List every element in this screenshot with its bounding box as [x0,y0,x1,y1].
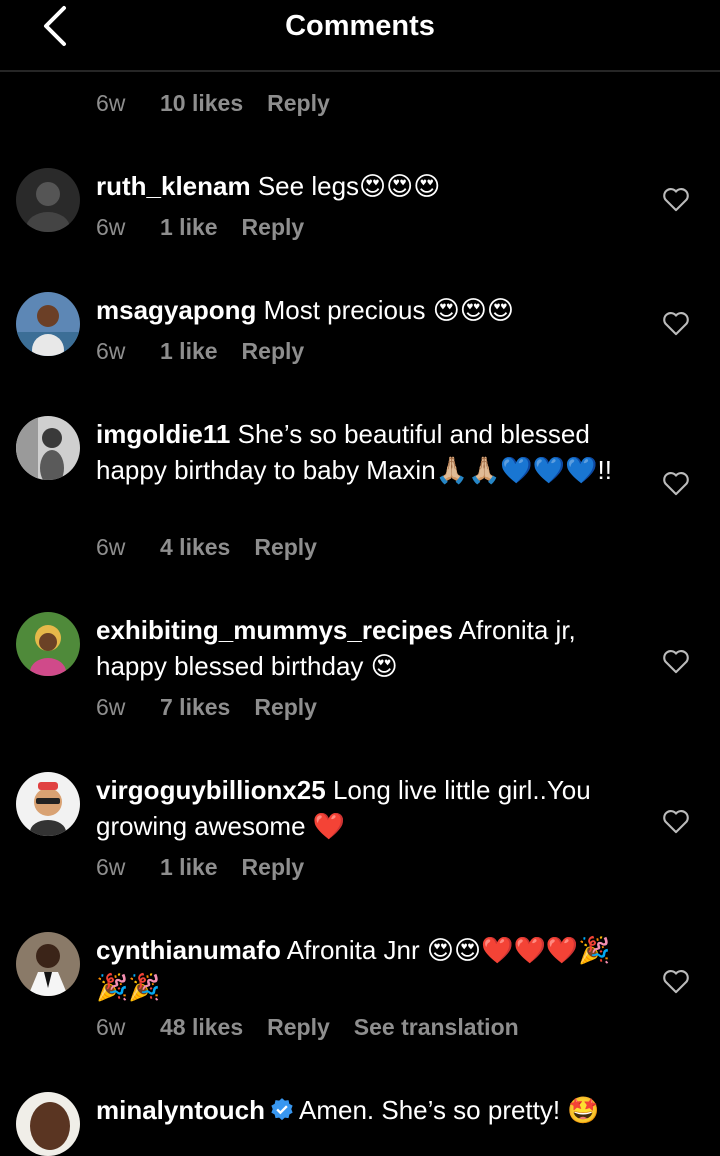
comment-likes[interactable]: 10 likes [160,90,243,117]
comment-meta: 6w 7 likes Reply [96,694,341,721]
comment-emoji: 😍😍😍 [359,172,441,202]
comment-username[interactable]: cynthianumafo [96,935,281,965]
comment-time: 6w [96,534,126,560]
comment-emoji: 🙏🏼🙏🏼💙💙💙 [435,456,598,486]
reply-button[interactable]: Reply [267,90,330,117]
comment-username[interactable]: ruth_klenam [96,171,251,201]
page-title: Comments [285,10,435,42]
reply-button[interactable]: Reply [242,214,305,241]
comment-text: imgoldie11 She’s so beautiful and blesse… [96,416,636,489]
comment-text: ruth_klenam See legs😍😍😍 [96,168,636,205]
avatar[interactable] [16,292,80,356]
comment-likes[interactable]: 48 likes [160,1014,243,1041]
comment-body: Amen. She’s so pretty! [299,1095,568,1125]
reply-button[interactable]: Reply [254,694,317,721]
comment-emoji: ❤️ [312,812,346,842]
comment-username[interactable]: msagyapong [96,295,256,325]
comment-body: Afronita Jnr [286,935,427,965]
comment-likes[interactable]: 1 like [160,338,218,365]
avatar[interactable] [16,1092,80,1156]
comment-text: minalyntouch Amen. She’s so pretty! 🤩 [96,1092,636,1129]
comment-meta: 6w 1 like Reply [96,338,328,365]
comment-meta: 6w 48 likes Reply See translation [96,1014,519,1041]
avatar[interactable] [16,772,80,836]
comment-username[interactable]: imgoldie11 [96,419,230,449]
comment-meta: 6w 4 likes Reply [96,534,341,561]
comment-body: Most precious [263,295,433,325]
reply-button[interactable]: Reply [242,854,305,881]
heart-outline-icon[interactable] [662,648,690,674]
comment-likes[interactable]: 7 likes [160,694,230,721]
avatar[interactable] [16,416,80,480]
avatar[interactable] [16,168,80,232]
heart-outline-icon[interactable] [662,310,690,336]
heart-outline-icon[interactable] [662,968,690,994]
comment-suffix: !! [597,455,612,485]
comment-time: 6w [96,90,126,116]
reply-button[interactable]: Reply [242,338,305,365]
see-translation-button[interactable]: See translation [354,1014,519,1041]
comment-text: cynthianumafo Afronita Jnr 😍😍❤️❤️❤️🎉🎉🎉 [96,932,636,1006]
comment-likes[interactable]: 1 like [160,214,218,241]
heart-outline-icon[interactable] [662,186,690,212]
comment-time: 6w [96,694,126,720]
comment-meta: 6w 10 likes Reply [96,90,354,117]
comment-time: 6w [96,854,126,880]
comment-likes[interactable]: 4 likes [160,534,230,561]
comment-emoji: 🤩 [567,1096,600,1126]
comment-emoji: 😍😍😍 [432,296,515,326]
comment-meta: 6w 1 like Reply [96,214,328,241]
comment-time: 6w [96,1014,126,1040]
comment-meta: 6w 1 like Reply [96,854,328,881]
top-bar: Comments [0,0,720,72]
comment-username[interactable]: virgoguybillionx25 [96,775,326,805]
comment-likes[interactable]: 1 like [160,854,218,881]
comment-username[interactable]: minalyntouch [96,1095,265,1125]
comment-time: 6w [96,338,126,364]
avatar[interactable] [16,932,80,996]
comment-text: msagyapong Most precious 😍😍😍 [96,292,636,329]
heart-outline-icon[interactable] [662,808,690,834]
verified-badge-icon [271,1098,293,1121]
comment-body: See legs [257,171,360,201]
comment-emoji: 😍 [370,652,398,682]
reply-button[interactable]: Reply [254,534,317,561]
comments-list: 6w 10 likes Reply ruth_klenam See legs😍😍😍 … [0,0,720,1156]
reply-button[interactable]: Reply [267,1014,330,1041]
comment-time: 6w [96,214,126,240]
comment-username[interactable]: exhibiting_mummys_recipes [96,615,453,645]
avatar[interactable] [16,612,80,676]
comment-text: exhibiting_mummys_recipes Afronita jr, h… [96,612,636,685]
comment-text: virgoguybillionx25 Long live little girl… [96,772,636,845]
heart-outline-icon[interactable] [662,470,690,496]
